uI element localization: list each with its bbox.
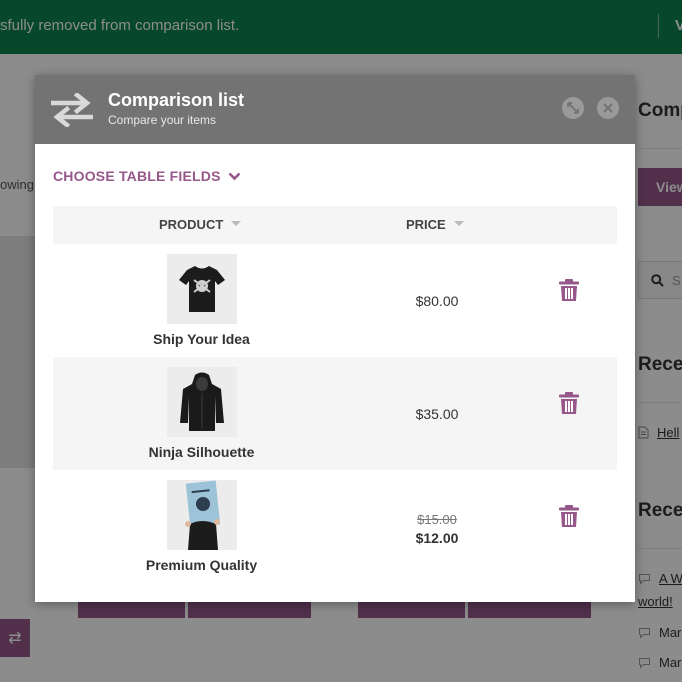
close-icon	[603, 103, 613, 113]
table-row: Ship Your Idea $80.00	[53, 244, 617, 357]
comparison-modal: Comparison list Compare your items CHOOS…	[35, 75, 635, 602]
table-row: Premium Quality $15.00 $12.00	[53, 470, 617, 583]
remove-product-button[interactable]	[558, 391, 580, 415]
product-name[interactable]: Premium Quality	[53, 557, 350, 573]
choose-table-fields-toggle[interactable]: CHOOSE TABLE FIELDS	[53, 168, 241, 184]
choose-table-fields-label: CHOOSE TABLE FIELDS	[53, 168, 221, 184]
product-thumbnail[interactable]	[167, 254, 237, 324]
column-header-price-label: PRICE	[406, 217, 446, 232]
product-price: $35.00	[415, 406, 459, 422]
column-header-product-label: PRODUCT	[159, 217, 224, 232]
product-thumbnail[interactable]	[167, 480, 237, 550]
poster-image	[185, 480, 221, 550]
table-row: Ninja Silhouette $35.00	[53, 357, 617, 470]
modal-header: Comparison list Compare your items	[35, 75, 635, 144]
remove-product-button[interactable]	[558, 278, 580, 302]
expand-icon	[567, 102, 579, 114]
comparison-table: PRODUCT PRICE Ship Your Idea $80.00 Ninj…	[53, 206, 617, 583]
product-regular-price: $15.00	[417, 512, 457, 527]
close-button[interactable]	[597, 97, 619, 119]
product-name[interactable]: Ninja Silhouette	[53, 444, 350, 460]
product-name[interactable]: Ship Your Idea	[53, 331, 350, 347]
column-header-price[interactable]: PRICE	[406, 217, 464, 232]
remove-product-button[interactable]	[558, 504, 580, 528]
swap-arrows-icon	[51, 93, 93, 127]
sort-caret-icon	[453, 221, 464, 226]
table-header: PRODUCT PRICE	[53, 206, 617, 244]
tshirt-image	[179, 266, 225, 312]
modal-title: Comparison list	[108, 90, 245, 110]
sort-caret-icon	[231, 221, 242, 226]
chevron-down-icon	[228, 172, 241, 180]
column-header-product[interactable]: PRODUCT	[159, 217, 242, 232]
product-price: $80.00	[415, 293, 459, 309]
modal-subtitle: Compare your items	[108, 113, 217, 127]
hoodie-image	[180, 372, 224, 431]
expand-button[interactable]	[562, 97, 584, 119]
product-sale-price: $12.00	[415, 530, 459, 546]
product-thumbnail[interactable]	[167, 367, 237, 437]
